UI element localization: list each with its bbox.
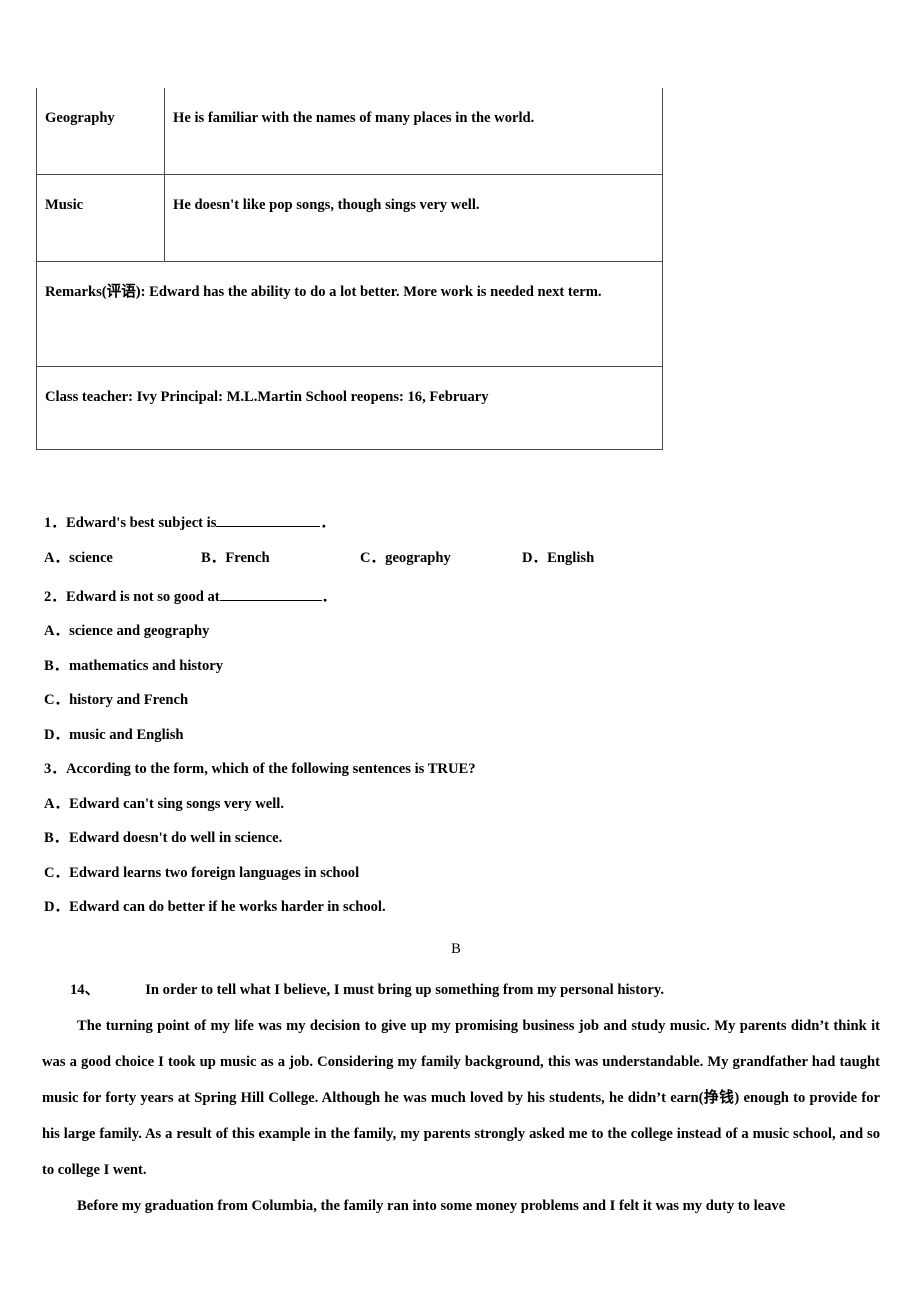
table-row-remarks: Remarks(评语): Edward has the ability to d…	[36, 261, 663, 367]
option-letter: D．	[44, 899, 70, 915]
document-page: Geography He is familiar with the names …	[0, 0, 920, 1302]
option-text: history and French	[69, 692, 189, 708]
question-3-stem: 3．According to the form, which of the fo…	[44, 761, 884, 779]
question-2-stem: 2．Edward is not so good at ．	[44, 587, 884, 607]
question-2-option-d[interactable]: D．music and English	[44, 727, 884, 745]
table-cell-footer: Class teacher: Ivy Principal: M.L.Martin…	[36, 366, 663, 450]
passage-heading-text: In order to tell what I believe, I must …	[145, 982, 664, 998]
table-cell-remarks: Remarks(评语): Edward has the ability to d…	[36, 261, 663, 367]
option-letter: C．	[44, 864, 70, 881]
question-2-option-a[interactable]: A．science and geography	[44, 623, 884, 641]
table-cell-subject: Music	[36, 174, 165, 262]
question-1-option-a[interactable]: A．science	[44, 550, 113, 568]
report-card-table: Geography He is familiar with the names …	[36, 88, 663, 450]
question-1-option-d[interactable]: D．English	[522, 550, 594, 568]
option-letter: D．	[44, 726, 70, 743]
question-3-option-a[interactable]: A．Edward can't sing songs very well.	[44, 796, 884, 814]
option-text: Edward can't sing songs very well.	[69, 795, 285, 812]
question-3-number: 3．	[44, 761, 66, 777]
option-letter: C．	[44, 692, 70, 708]
table-row: Music He doesn't like pop songs, though …	[36, 174, 663, 262]
answer-marker: B	[0, 941, 920, 958]
option-text: French	[225, 549, 270, 566]
option-text: Edward can do better if he works harder …	[69, 899, 386, 915]
option-text: science and geography	[69, 623, 210, 639]
option-letter: B．	[44, 830, 69, 846]
option-letter: A．	[44, 623, 70, 639]
option-letter: C．	[360, 549, 386, 566]
passage-paragraph: The turning point of my life was my deci…	[42, 1018, 880, 1178]
option-text: Edward doesn't do well in science.	[69, 830, 283, 846]
option-text: mathematics and history	[69, 657, 224, 674]
option-letter: D．	[522, 549, 548, 566]
table-cell-comment: He is familiar with the names of many pl…	[164, 88, 663, 175]
question-2-text: Edward is not so good at	[66, 588, 220, 605]
question-3-option-b[interactable]: B．Edward doesn't do well in science.	[44, 830, 884, 848]
question-2-option-c[interactable]: C．history and French	[44, 692, 884, 710]
option-text: English	[547, 549, 595, 566]
question-2-number: 2．	[44, 588, 66, 605]
question-2-option-b[interactable]: B．mathematics and history	[44, 658, 884, 676]
question-1-terminator: ．	[320, 515, 336, 531]
question-1-blank[interactable]	[216, 513, 321, 527]
passage-paragraph: Before my graduation from Columbia, the …	[77, 1198, 786, 1214]
passage-heading: 14、 In order to tell what I believe, I mu…	[42, 972, 880, 1008]
table-row-footer: Class teacher: Ivy Principal: M.L.Martin…	[36, 366, 663, 450]
answer-marker-letter: B	[451, 941, 461, 957]
question-3-option-c[interactable]: C．Edward learns two foreign languages in…	[44, 865, 884, 883]
questions-section: 1．Edward's best subject is ． A．science B．…	[44, 513, 884, 934]
option-text: geography	[385, 549, 451, 566]
question-2-blank[interactable]	[219, 587, 322, 601]
option-text: Edward learns two foreign languages in s…	[69, 864, 360, 881]
reading-passage: 14、 In order to tell what I believe, I mu…	[42, 972, 880, 1224]
option-letter: B．	[44, 657, 69, 674]
option-text: science	[69, 549, 113, 566]
question-2-terminator: ．	[321, 588, 337, 605]
option-letter: B．	[201, 549, 226, 566]
option-letter: A．	[44, 549, 70, 566]
option-text: music and English	[69, 726, 184, 743]
question-1-text: Edward's best subject is	[66, 515, 217, 531]
question-1-number: 1．	[44, 515, 66, 531]
question-3-option-d[interactable]: D．Edward can do better if he works harde…	[44, 899, 884, 917]
question-1-option-b[interactable]: B．French	[201, 550, 270, 568]
question-1-stem: 1．Edward's best subject is ．	[44, 513, 884, 533]
table-cell-subject: Geography	[36, 88, 165, 175]
table-cell-comment: He doesn't like pop songs, though sings …	[164, 174, 663, 262]
option-letter: A．	[44, 795, 70, 812]
question-3-text: According to the form, which of the foll…	[66, 761, 476, 777]
table-row: Geography He is familiar with the names …	[36, 88, 663, 175]
question-1-option-c[interactable]: C．geography	[360, 550, 451, 568]
passage-item-number: 14、	[70, 982, 100, 998]
question-1-options: A．science B．French C．geography D．English	[44, 550, 884, 570]
